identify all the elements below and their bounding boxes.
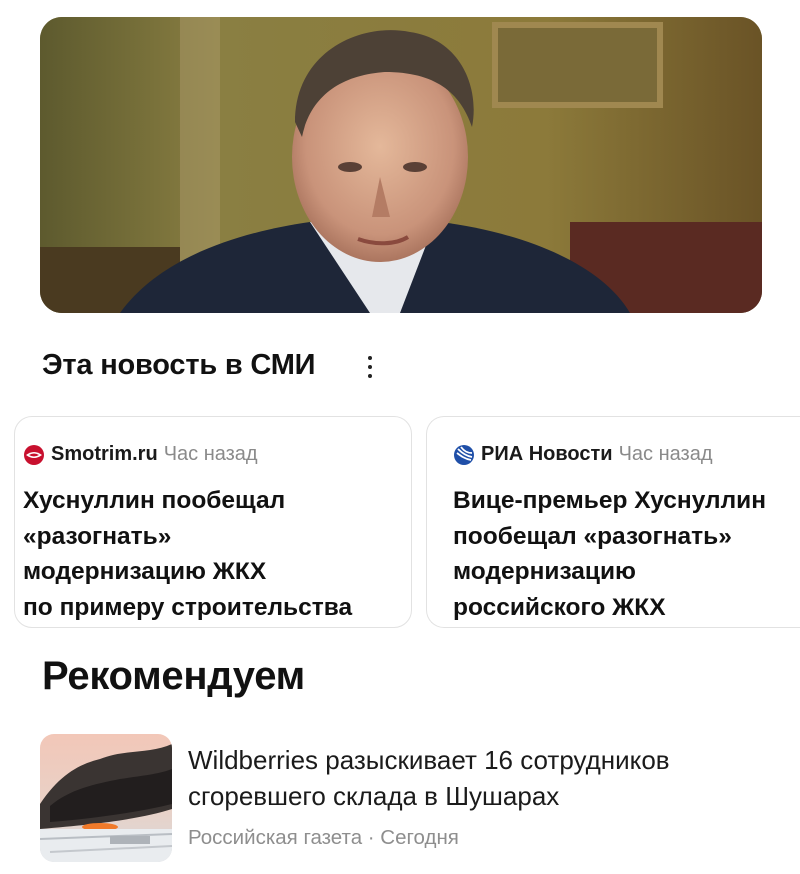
card-time: Час назад	[618, 443, 713, 465]
card-time: Час назад	[163, 443, 258, 465]
card-source-row: Smotrim.ru Час назад	[23, 443, 258, 466]
recommend-headline[interactable]: Wildberries разыскивает 16 сотрудников с…	[188, 742, 778, 814]
media-card-ria[interactable]: РИА Новости Час назад Вице-премьер Хусну…	[426, 416, 800, 628]
card-headline[interactable]: Хуснуллин пообещал «разогнать» модерниза…	[23, 483, 403, 625]
media-card-smotrim[interactable]: Smotrim.ru Час назад Хуснуллин пообещал …	[14, 416, 412, 628]
recommend-item[interactable]: Wildberries разыскивает 16 сотрудников с…	[40, 734, 780, 864]
card-headline[interactable]: Вице-премьер Хуснуллин пообещал «разогна…	[453, 483, 800, 625]
recommend-meta: Российская газета · Сегодня	[188, 826, 459, 849]
card-source-row: РИА Новости Час назад	[453, 443, 713, 466]
ria-logo-icon	[454, 444, 474, 465]
card-source-name[interactable]: РИА Новости	[481, 443, 613, 466]
portrait-photo	[40, 17, 762, 313]
more-vertical-icon[interactable]	[360, 352, 380, 382]
recommend-section-title: Рекомендуем	[42, 654, 305, 698]
media-section-title: Эта новость в СМИ	[42, 349, 316, 381]
smotrim-logo-icon	[24, 444, 44, 465]
warehouse-fire-photo	[40, 734, 172, 862]
recommend-thumbnail[interactable]	[40, 734, 172, 862]
hero-image[interactable]	[40, 17, 762, 313]
card-source-name[interactable]: Smotrim.ru	[51, 443, 158, 466]
